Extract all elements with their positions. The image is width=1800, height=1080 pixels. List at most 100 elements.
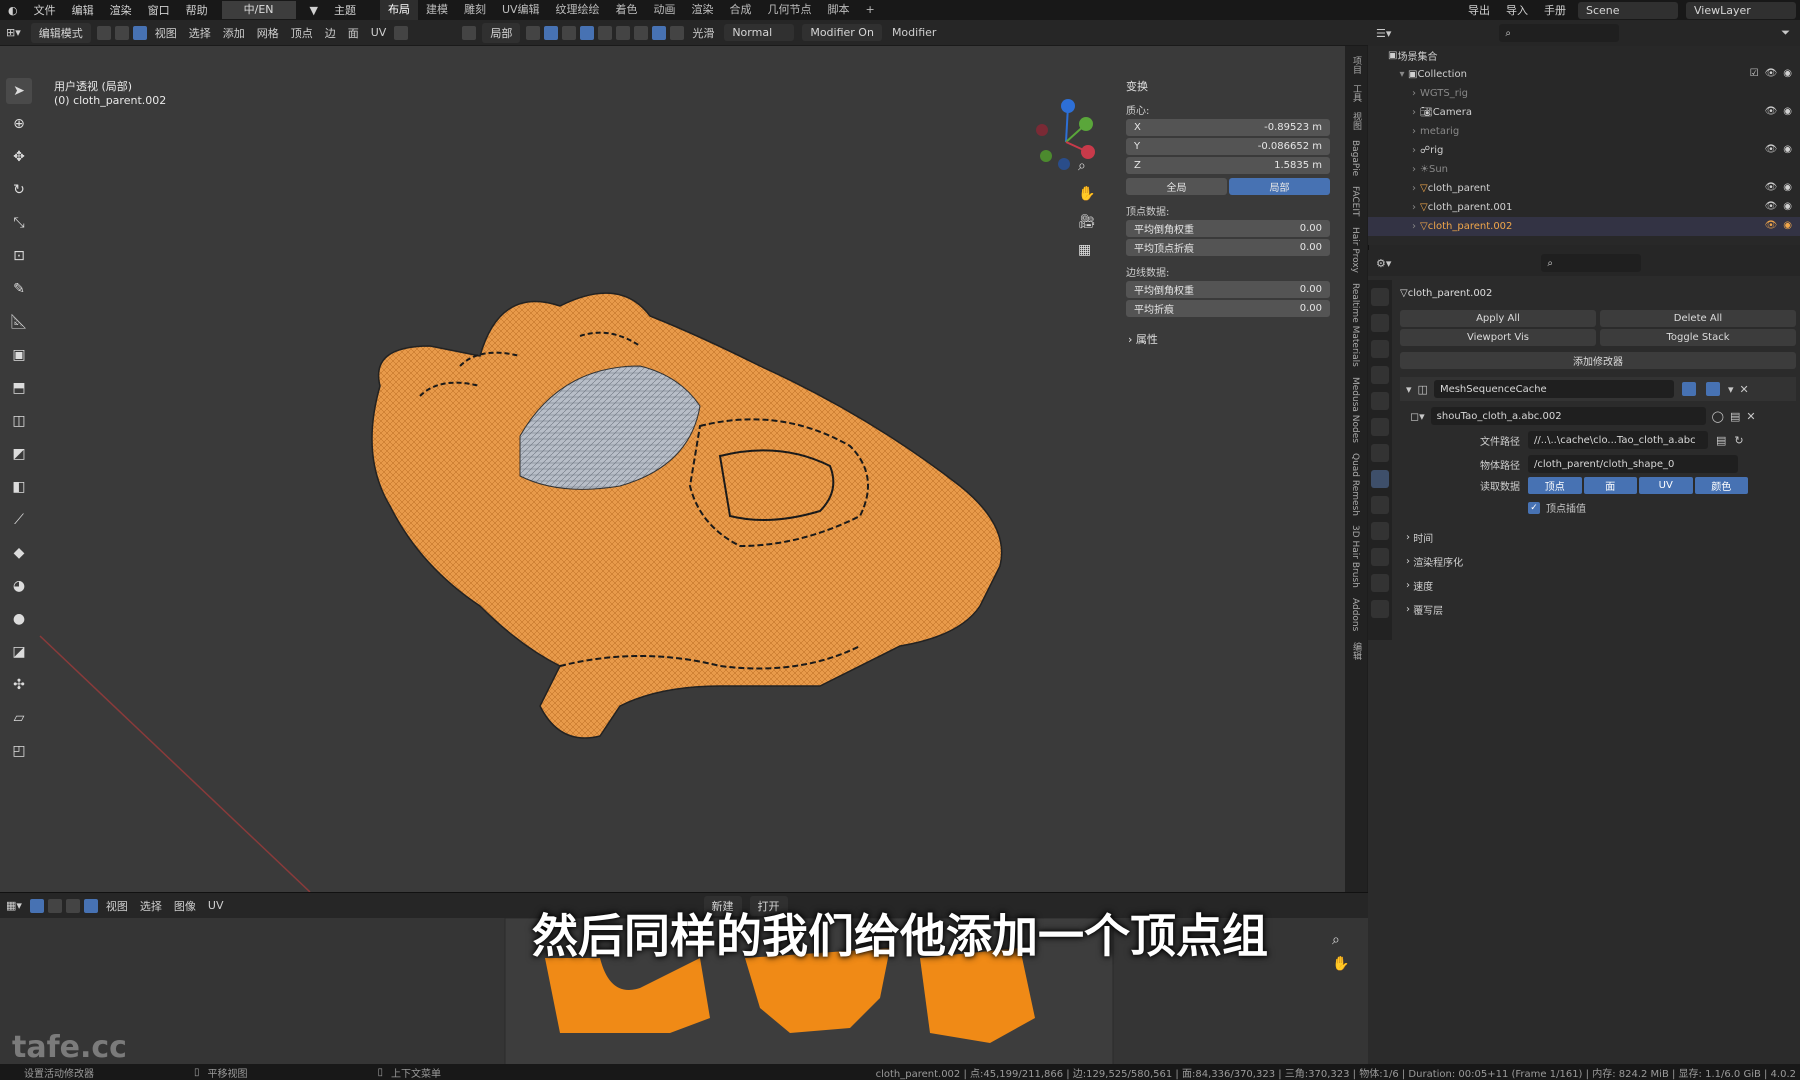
measure-tool-icon[interactable]: 📐︎	[6, 309, 32, 335]
reload-icon[interactable]: ↻	[1734, 434, 1743, 447]
menu-select[interactable]: 选择	[189, 25, 211, 41]
close-icon[interactable]: ✕	[1746, 410, 1755, 423]
sidebar-tab-realtime-materials[interactable]: Realtime Materials	[1350, 283, 1360, 367]
interp-checkbox[interactable]: ✓	[1528, 501, 1540, 514]
sidebar-tab-item[interactable]: 项目	[1350, 56, 1363, 74]
edge-slide-tool-icon[interactable]: ◪	[6, 639, 32, 665]
theme-menu[interactable]: 主题	[326, 2, 364, 18]
menu-mesh[interactable]: 网格	[257, 25, 279, 41]
rendered-shading-icon[interactable]	[670, 25, 685, 40]
extrude-tool-icon[interactable]: ⬒	[6, 375, 32, 401]
camera-render-icon[interactable]: ◉	[1783, 220, 1792, 231]
outliner-search-input[interactable]: ⌕	[1499, 24, 1620, 42]
global-button[interactable]: 全局	[1126, 178, 1227, 195]
sidebar-tab-hair-proxy[interactable]: Hair Proxy	[1350, 227, 1360, 273]
tool-tab-icon[interactable]	[1371, 288, 1389, 306]
manual-button[interactable]: 手册	[1536, 2, 1574, 18]
loop-cut-tool-icon[interactable]: ◧	[6, 474, 32, 500]
shading-smooth-label[interactable]: 光滑	[692, 25, 714, 41]
cursor-tool-icon[interactable]: ⊕	[6, 111, 32, 137]
properties-type-icon[interactable]: ⚙▾	[1376, 257, 1391, 270]
collapse-chevron-icon[interactable]: ▾	[1406, 383, 1412, 396]
solid-shading-icon[interactable]	[634, 25, 649, 40]
expand-triangle-icon[interactable]: ›	[1408, 183, 1420, 194]
proportional-edit-icon[interactable]	[544, 25, 559, 40]
knife-tool-icon[interactable]: ⟋	[6, 507, 32, 533]
scene-selector[interactable]: Scene	[1578, 1, 1678, 19]
sidebar-tab-3d-hair-brush[interactable]: 3D Hair Brush	[1350, 525, 1360, 588]
apply-all-button[interactable]: Apply All	[1400, 310, 1596, 327]
menu-uv[interactable]: UV	[371, 26, 387, 39]
scene-tab-icon[interactable]	[1371, 392, 1389, 410]
import-button[interactable]: 导入	[1498, 2, 1536, 18]
zoom-icon[interactable]: ⌕	[1078, 158, 1096, 174]
eye-icon[interactable]: 👁︎	[1765, 68, 1778, 79]
outliner-row-wgts-rig[interactable]: › WGTS_rig	[1368, 84, 1800, 103]
editor-type-icon[interactable]: ⊞▾	[6, 26, 21, 39]
read-color-toggle[interactable]: 颜色	[1694, 477, 1748, 494]
outliner-row-cloth-parent-002[interactable]: › ▽ cloth_parent.002 👁︎ ◉	[1368, 217, 1800, 236]
render-tab-icon[interactable]	[1371, 314, 1389, 332]
modifier-button-2[interactable]: Modifier	[892, 26, 936, 39]
menu-render[interactable]: 渲染	[102, 2, 140, 18]
local-button[interactable]: 局部	[1229, 178, 1330, 195]
sidebar-tab-bagapie[interactable]: BagaPie	[1350, 140, 1360, 176]
outliner-row-metarig[interactable]: › metarig	[1368, 122, 1800, 141]
bevel-tool-icon[interactable]: ◩	[6, 441, 32, 467]
sidebar-tab-addons[interactable]: Addons	[1350, 598, 1360, 631]
menu-edit[interactable]: 编辑	[64, 2, 102, 18]
pivot-selector[interactable]: 局部	[482, 22, 521, 43]
shear-tool-icon[interactable]: ▱	[6, 705, 32, 731]
expand-triangle-icon[interactable]: ›	[1408, 202, 1420, 213]
cache-file-icon[interactable]: ◻▾	[1410, 410, 1425, 423]
vertex-select-icon[interactable]	[96, 25, 111, 40]
show-in-render-icon[interactable]	[1705, 382, 1720, 396]
outliner-collection[interactable]: ▾ ▣ Collection ☑ 👁︎ ◉	[1368, 65, 1800, 84]
properties-subsection[interactable]: › 属性	[1128, 331, 1338, 347]
add-cube-tool-icon[interactable]: ▣	[6, 342, 32, 368]
subpanel-render-procedural[interactable]: › 渲染程序化	[1406, 549, 1800, 573]
median-x-field[interactable]: X -0.89523 m	[1126, 119, 1330, 136]
object-tab-icon[interactable]	[1371, 444, 1389, 462]
rip-tool-icon[interactable]: ◰	[6, 738, 32, 764]
camera-render-icon[interactable]: ◉	[1783, 201, 1792, 212]
tab-sculpting[interactable]: 雕刻	[456, 0, 494, 20]
show-in-viewport-icon[interactable]	[1681, 382, 1696, 396]
add-workspace-icon[interactable]: +	[858, 0, 883, 20]
eyedropper-icon[interactable]	[462, 25, 477, 40]
modifier-menu-icon[interactable]: ▾	[1728, 383, 1734, 396]
tab-texture-paint[interactable]: 纹理绘绘	[548, 0, 608, 20]
material-tab-icon[interactable]	[1371, 600, 1389, 618]
menu-file[interactable]: 文件	[26, 2, 64, 18]
close-icon[interactable]: ✕	[1739, 383, 1748, 396]
vertex-crease-field[interactable]: 平均顶点折痕 0.00	[1126, 239, 1330, 256]
ortho-grid-icon[interactable]: ▦	[1078, 242, 1096, 258]
overlay-icon[interactable]	[562, 25, 577, 40]
menu-window[interactable]: 窗口	[140, 2, 178, 18]
transform-tool-icon[interactable]: ⊡	[6, 243, 32, 269]
blender-logo-icon[interactable]: ◐	[0, 4, 26, 17]
face-select-icon[interactable]	[132, 25, 147, 40]
filepath-field[interactable]: //..\..\cache\clo...Tao_cloth_a.abc	[1528, 431, 1708, 449]
viewlayer-selector[interactable]: ViewLayer	[1686, 1, 1796, 19]
read-vertices-toggle[interactable]: 顶点	[1528, 477, 1582, 494]
grid-icon[interactable]	[394, 25, 409, 40]
read-faces-toggle[interactable]: 面	[1583, 477, 1637, 494]
language-toggle[interactable]: 中/EN	[221, 1, 296, 19]
objpath-field[interactable]: /cloth_parent/cloth_shape_0	[1528, 455, 1738, 473]
edge-bevel-weight-field[interactable]: 平均倒角权重 0.00	[1126, 281, 1330, 298]
read-uv-toggle[interactable]: UV	[1639, 477, 1693, 494]
checkbox-icon[interactable]: ☑	[1750, 68, 1759, 79]
expand-triangle-icon[interactable]: ›	[1408, 221, 1420, 232]
mode-selector[interactable]: 编辑模式	[30, 22, 91, 43]
transform-section-header[interactable]: 变换	[1126, 78, 1338, 94]
camera-render-icon[interactable]: ◉	[1783, 144, 1792, 155]
add-modifier-button[interactable]: 添加修改器	[1400, 352, 1796, 369]
menu-view[interactable]: 视图	[155, 25, 177, 41]
cache-file-field[interactable]: shouTao_cloth_a.abc.002	[1430, 407, 1706, 425]
spin-tool-icon[interactable]: ◕	[6, 573, 32, 599]
menu-add[interactable]: 添加	[223, 25, 245, 41]
vertex-bevel-weight-field[interactable]: 平均倒角权重 0.00	[1126, 220, 1330, 237]
camera-render-icon[interactable]: ◉	[1783, 182, 1792, 193]
fake-user-icon[interactable]: ◯	[1712, 410, 1724, 423]
